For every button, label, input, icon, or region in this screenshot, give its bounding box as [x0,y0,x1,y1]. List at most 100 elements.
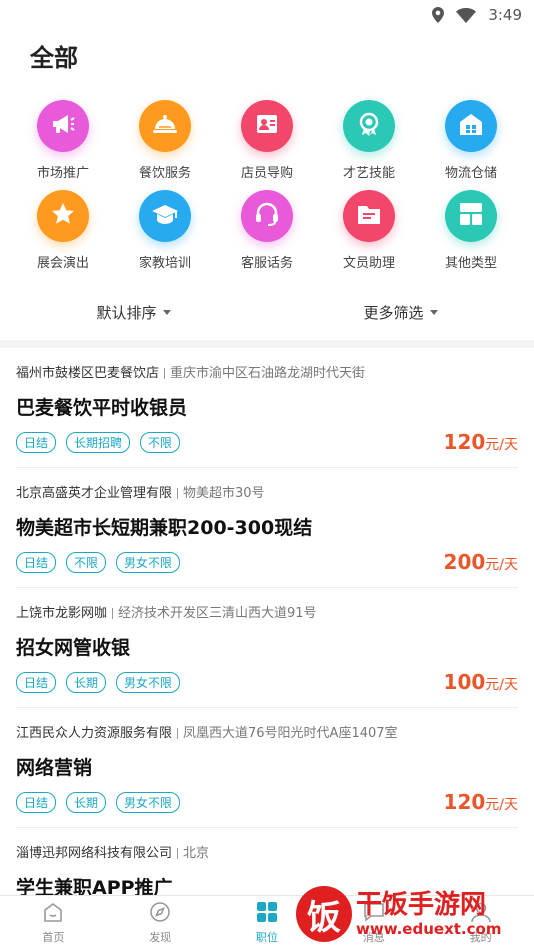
job-tag: 男女不限 [116,551,181,573]
job-tags: 日结 长期招聘 不限 [16,431,181,453]
category-tutoring[interactable]: 家教培训 [114,190,216,271]
headset-icon [254,201,280,231]
salary-amount: 120 [443,790,486,814]
status-time: 3:49 [488,6,522,24]
salary-amount: 100 [443,670,486,694]
salary-amount: 200 [443,550,486,574]
meta-separator [177,848,179,859]
job-salary: 120元/天 [444,790,518,814]
category-customer-service[interactable]: 客服话务 [216,190,318,271]
category-catering[interactable]: 餐饮服务 [114,100,216,181]
job-list: 福州市鼓楼区巴麦餐饮店 重庆市渝中区石油路龙湖时代天街 巴麦餐饮平时收银员 日结 … [0,348,534,948]
job-meta: 北京高盛英才企业管理有限 物美超市30号 [16,482,518,501]
job-tags: 日结 不限 男女不限 [16,551,181,573]
job-title: 物美超市长短期兼职200-300现结 [16,517,313,539]
category-label: 物流仓储 [444,166,497,181]
category-logistics[interactable]: 物流仓储 [420,100,522,181]
salary-amount: 120 [443,430,486,454]
job-tag: 男女不限 [116,791,181,813]
job-company: 北京高盛英才企业管理有限 [16,486,173,501]
salary-unit: 元/天 [485,557,518,573]
job-company: 福州市鼓楼区巴麦餐饮店 [16,366,160,381]
grid-icon [459,202,483,230]
category-icon-circle [343,190,395,242]
watermark-text: 干饭手游网 www.eduext.com [356,890,501,938]
site-watermark: 饭 干饭手游网 www.eduext.com [296,883,528,945]
category-icon-circle [139,190,191,242]
wifi-icon [456,7,477,23]
category-icon-circle [37,100,89,152]
clerk-card-icon [254,111,280,141]
category-other[interactable]: 其他类型 [420,190,522,271]
job-tag: 长期 [66,791,107,813]
category-market-promotion[interactable]: 市场推广 [12,100,114,181]
salary-unit: 元/天 [485,437,518,453]
job-company: 上饶市龙影网咖 [16,606,108,621]
meta-separator [177,728,179,739]
job-tag: 男女不限 [116,671,181,693]
job-tags: 日结 长期 男女不限 [16,791,181,813]
job-title: 巴麦餐饮平时收银员 [16,397,188,419]
job-tag: 日结 [16,431,57,453]
job-tag: 不限 [140,431,181,453]
job-card[interactable]: 江西民众人力资源服务有限 凤凰西大道76号阳光时代A座1407室 网络营销 日结 … [16,708,518,828]
category-talent-skills[interactable]: 才艺技能 [318,100,420,181]
category-label: 市场推广 [36,166,89,181]
job-bottom: 日结 长期 男女不限 120元/天 [16,790,518,814]
category-icon-circle [445,190,497,242]
more-filters-label: 更多筛选 [363,303,424,322]
job-tag: 日结 [16,551,57,573]
watermark-url: www.eduext.com [356,920,502,938]
salary-unit: 元/天 [485,797,518,813]
category-icon-circle [139,100,191,152]
category-label: 展会演出 [36,256,89,271]
job-address: 物美超市30号 [183,486,265,501]
megaphone-icon [50,111,76,141]
category-label: 才艺技能 [342,166,395,181]
tab-label: 发现 [149,930,172,944]
category-exhibition[interactable]: 展会演出 [12,190,114,271]
job-address: 重庆市渝中区石油路龙湖时代天街 [170,366,366,381]
category-label: 家教培训 [138,256,191,271]
filter-bar: 默认排序 更多筛选 [0,284,534,340]
tab-label: 职位 [255,930,278,944]
job-card[interactable]: 北京高盛英才企业管理有限 物美超市30号 物美超市长短期兼职200-300现结 日… [16,468,518,588]
page-title: 全部 [30,44,78,72]
meta-separator [164,368,166,379]
category-label: 店员导购 [240,166,293,181]
job-bottom: 日结 长期 男女不限 100元/天 [16,670,518,694]
job-salary: 200元/天 [444,550,518,574]
watermark-name: 干饭手游网 [356,890,487,920]
watermark-logo: 饭 [296,886,352,942]
job-tag: 日结 [16,791,57,813]
category-icon-circle [241,100,293,152]
job-address: 经济技术开发区三清山西大道91号 [118,606,317,621]
star-icon [50,201,76,231]
tab-discover[interactable]: 发现 [107,896,214,949]
sort-label: 默认排序 [96,303,157,322]
job-tag: 长期 [66,671,107,693]
tab-home[interactable]: 首页 [0,896,107,949]
folder-icon [356,201,382,231]
job-company: 江西民众人力资源服务有限 [16,726,173,741]
section-divider [0,340,534,348]
home-icon [42,901,64,926]
medal-icon [356,111,382,141]
job-card[interactable]: 上饶市龙影网咖 经济技术开发区三清山西大道91号 招女网管收银 日结 长期 男女不… [16,588,518,708]
job-tags: 日结 长期 男女不限 [16,671,181,693]
job-address: 北京 [183,846,210,861]
category-shop-assistant[interactable]: 店员导购 [216,100,318,181]
category-icon-circle [343,100,395,152]
job-salary: 100元/天 [444,670,518,694]
location-icon [432,7,445,23]
caret-down-icon [162,309,171,315]
meta-separator [112,608,114,619]
job-tag: 日结 [16,671,57,693]
warehouse-icon [458,111,484,141]
sort-dropdown[interactable]: 默认排序 [0,302,267,323]
job-card[interactable]: 福州市鼓楼区巴麦餐饮店 重庆市渝中区石油路龙湖时代天街 巴麦餐饮平时收银员 日结 … [16,348,518,468]
job-tag: 长期招聘 [66,431,131,453]
grid-icon [256,901,278,926]
category-clerical[interactable]: 文员助理 [318,190,420,271]
more-filters-dropdown[interactable]: 更多筛选 [267,302,534,323]
